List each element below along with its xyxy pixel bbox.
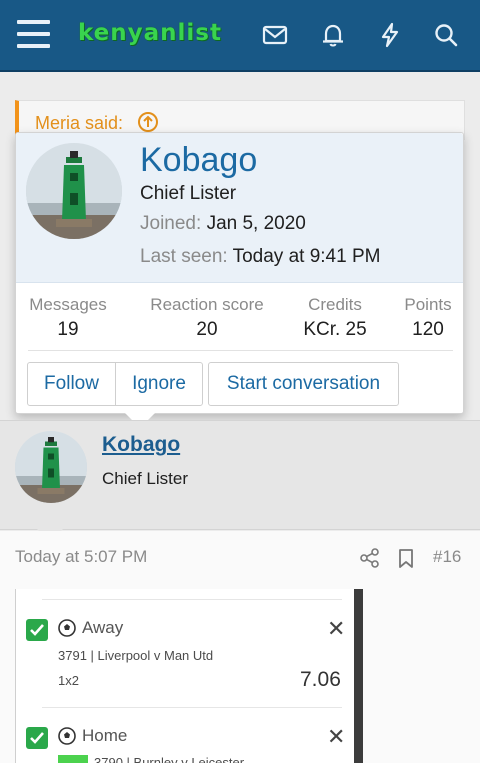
stat-label: Points bbox=[404, 295, 452, 314]
post-number[interactable]: #16 bbox=[433, 547, 461, 567]
member-title: Chief Lister bbox=[140, 183, 237, 204]
stat-value: KCr. 25 bbox=[303, 319, 367, 340]
post-author-name[interactable]: Kobago bbox=[102, 433, 180, 457]
avatar[interactable] bbox=[26, 143, 122, 239]
last-seen-row: Last seen: Today at 9:41 PM bbox=[140, 246, 380, 268]
post-user-block: Kobago Chief Lister bbox=[0, 420, 480, 530]
member-tooltip-card: Kobago Chief Lister Joined: Jan 5, 2020 … bbox=[15, 132, 464, 414]
stat-points[interactable]: Points 120 bbox=[400, 295, 456, 341]
divider bbox=[42, 707, 342, 708]
top-navigation-bar: kenyanlist bbox=[0, 0, 480, 72]
bet-selection: Home bbox=[82, 726, 128, 745]
stat-credits[interactable]: Credits KCr. 25 bbox=[296, 295, 374, 341]
football-icon bbox=[58, 619, 76, 637]
menu-icon[interactable] bbox=[17, 20, 50, 48]
stat-value: 120 bbox=[412, 319, 444, 340]
joined-value: Jan 5, 2020 bbox=[206, 213, 306, 234]
live-badge bbox=[58, 755, 88, 763]
ignore-button[interactable]: Ignore bbox=[115, 362, 203, 406]
stat-value: 19 bbox=[57, 319, 79, 340]
share-icon[interactable] bbox=[359, 547, 381, 569]
divider bbox=[42, 599, 342, 600]
search-icon[interactable] bbox=[433, 22, 459, 48]
football-icon bbox=[58, 727, 76, 745]
bet-match: 3791 | Liverpool v Man Utd bbox=[58, 648, 214, 663]
bell-icon[interactable] bbox=[320, 22, 346, 48]
post-body: Today at 5:07 PM #16 Away ✕ 3791 | Liver… bbox=[0, 531, 480, 763]
mail-icon[interactable] bbox=[262, 22, 288, 48]
stat-value: 20 bbox=[196, 319, 218, 340]
post-timestamp[interactable]: Today at 5:07 PM bbox=[15, 547, 147, 567]
stat-label: Messages bbox=[29, 295, 107, 314]
bet-odds: 7.06 bbox=[300, 668, 341, 691]
last-seen-label: Last seen: bbox=[140, 246, 228, 267]
close-icon: ✕ bbox=[327, 724, 346, 749]
site-logo[interactable]: kenyanlist bbox=[78, 20, 222, 46]
avatar[interactable] bbox=[15, 431, 87, 503]
member-name[interactable]: Kobago bbox=[140, 141, 257, 180]
quote-author[interactable]: Meria said: bbox=[35, 113, 123, 134]
bet-selection: Away bbox=[82, 618, 124, 637]
arrow-up-circle-icon[interactable] bbox=[137, 111, 159, 133]
bet-market: 1x2 bbox=[58, 673, 79, 688]
scrollbar bbox=[354, 589, 363, 763]
bet-match: 3790 | Burnley v Leicester bbox=[94, 755, 245, 763]
start-conversation-button[interactable]: Start conversation bbox=[208, 362, 399, 406]
follow-button[interactable]: Follow bbox=[27, 362, 116, 406]
bet-slip-image: Away ✕ 3791 | Liverpool v Man Utd 1x2 7.… bbox=[15, 589, 363, 763]
bookmark-icon[interactable] bbox=[395, 547, 417, 569]
stat-label: Credits bbox=[308, 295, 362, 314]
divider bbox=[28, 350, 453, 351]
checkbox-checked-icon bbox=[26, 619, 48, 641]
stat-reaction-score[interactable]: Reaction score 20 bbox=[144, 295, 270, 341]
joined-label: Joined: bbox=[140, 213, 202, 234]
last-seen-value: Today at 9:41 PM bbox=[232, 246, 381, 267]
stat-label: Reaction score bbox=[150, 295, 264, 314]
post-author-title: Chief Lister bbox=[102, 469, 188, 488]
stat-messages[interactable]: Messages 19 bbox=[26, 295, 110, 341]
lightning-icon[interactable] bbox=[377, 22, 403, 48]
joined-row: Joined: Jan 5, 2020 bbox=[140, 213, 306, 235]
checkbox-checked-icon bbox=[26, 727, 48, 749]
close-icon: ✕ bbox=[327, 616, 346, 641]
